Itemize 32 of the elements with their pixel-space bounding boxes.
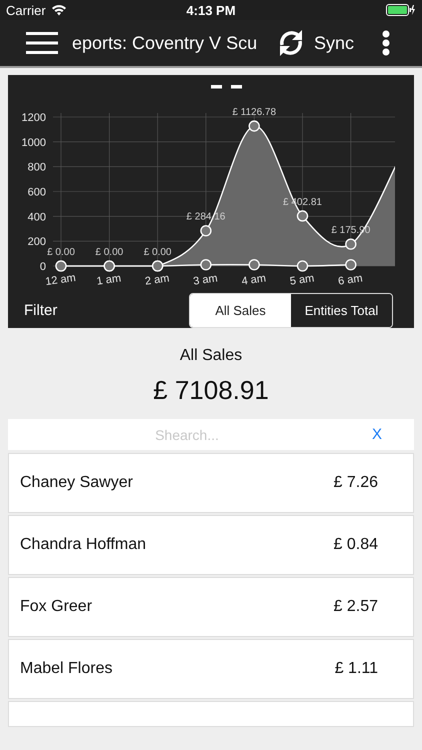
- amount-label: £ 1.11: [334, 660, 378, 678]
- amount-label: £ 0.84: [334, 536, 378, 554]
- customer-name: Fox Greer: [20, 598, 92, 616]
- summary-title: All Sales: [178, 347, 244, 365]
- axis-label: 400: [28, 211, 46, 224]
- total-amount: £ 7108.91: [152, 375, 270, 406]
- axis-label: 12 am: [44, 272, 77, 285]
- value-label: £ 0.00: [47, 247, 75, 258]
- axis-label: 1 am: [96, 272, 122, 285]
- axis-label: 5 am: [289, 272, 316, 285]
- customer-name: Chandra Hoffman: [20, 536, 146, 554]
- carrier-label: Carrier: [6, 2, 46, 18]
- axis-label: 600: [28, 186, 46, 198]
- axis-label: 2 am: [144, 272, 170, 285]
- axis-label: 6 am: [337, 272, 364, 285]
- nav-title: eports: Coventry V Scu: [72, 32, 258, 54]
- customer-name: Chaney Sawyer: [20, 474, 133, 492]
- axis-label: 1000: [22, 136, 46, 149]
- axis-label: 1200: [22, 112, 46, 124]
- axis-label: 3 am: [192, 272, 218, 285]
- filter-label: Filter: [24, 302, 58, 319]
- value-label: £ 0.00: [95, 247, 124, 258]
- axis-label: 800: [28, 162, 46, 174]
- amount-label: £ 7.26: [334, 474, 378, 492]
- value-label: £ 0.00: [144, 247, 172, 258]
- axis-label: 0: [40, 261, 46, 273]
- clock-time: 4:13 PM: [185, 2, 237, 18]
- value-label: £ 1126.78: [232, 107, 276, 118]
- amount-label: £ 2.57: [334, 598, 378, 616]
- axis-label: 4 am: [240, 272, 267, 285]
- axis-label: 200: [28, 236, 46, 248]
- customer-name: Mabel Flores: [20, 660, 112, 678]
